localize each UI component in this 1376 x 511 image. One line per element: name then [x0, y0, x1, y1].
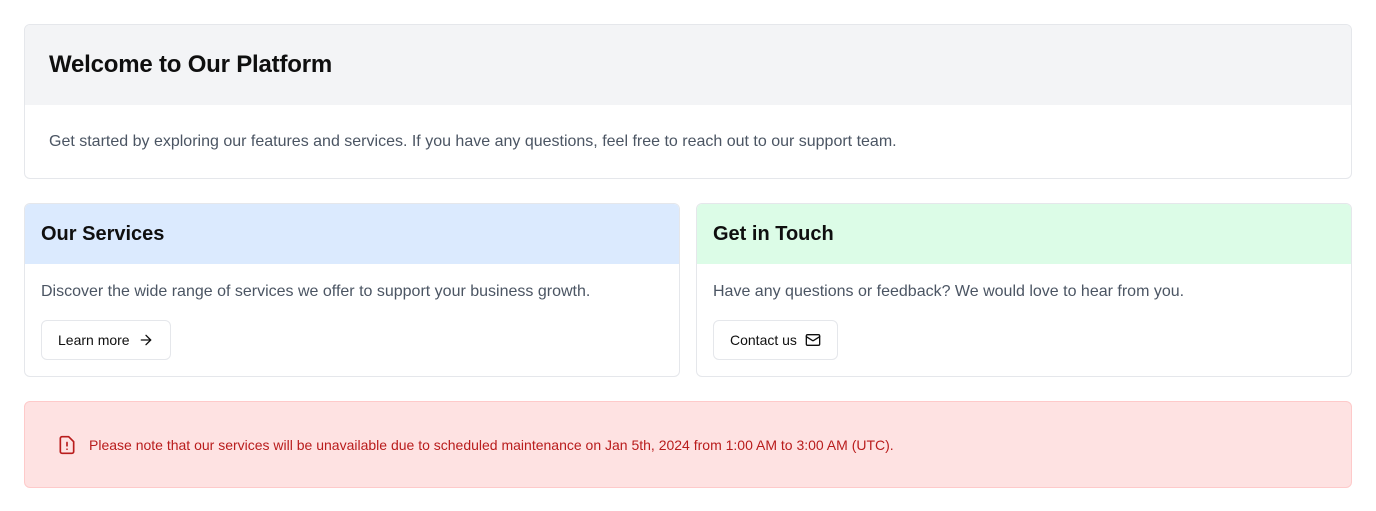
services-description: Discover the wide range of services we o…	[41, 283, 591, 300]
mail-icon	[805, 332, 821, 348]
alert-octagon-icon	[57, 435, 77, 455]
learn-more-button[interactable]: Learn more	[41, 320, 171, 360]
contact-card-body: Have any questions or feedback? We would…	[697, 264, 1351, 360]
welcome-description: Get started by exploring our features an…	[49, 132, 897, 150]
services-card: Our Services Discover the wide range of …	[24, 203, 680, 377]
welcome-title: Welcome to Our Platform	[49, 51, 333, 78]
contact-card: Get in Touch Have any questions or feedb…	[696, 203, 1352, 377]
welcome-card: Welcome to Our Platform Get started by e…	[24, 24, 1352, 179]
services-card-body: Discover the wide range of services we o…	[25, 264, 679, 360]
contact-card-header: Get in Touch	[697, 204, 1351, 264]
contact-us-button[interactable]: Contact us	[713, 320, 838, 360]
arrow-right-icon	[138, 332, 154, 348]
learn-more-label: Learn more	[58, 332, 130, 348]
contact-title: Get in Touch	[713, 222, 834, 245]
maintenance-alert: Please note that our services will be un…	[24, 401, 1352, 488]
welcome-card-body: Get started by exploring our features an…	[25, 105, 1351, 178]
alert-message: Please note that our services will be un…	[89, 436, 894, 453]
contact-description: Have any questions or feedback? We would…	[713, 283, 1185, 300]
cards-row: Our Services Discover the wide range of …	[24, 203, 1352, 377]
contact-us-label: Contact us	[730, 332, 797, 348]
services-card-header: Our Services	[25, 204, 679, 264]
page: Welcome to Our Platform Get started by e…	[0, 0, 1376, 511]
services-title: Our Services	[41, 222, 165, 245]
welcome-card-header: Welcome to Our Platform	[25, 25, 1351, 105]
